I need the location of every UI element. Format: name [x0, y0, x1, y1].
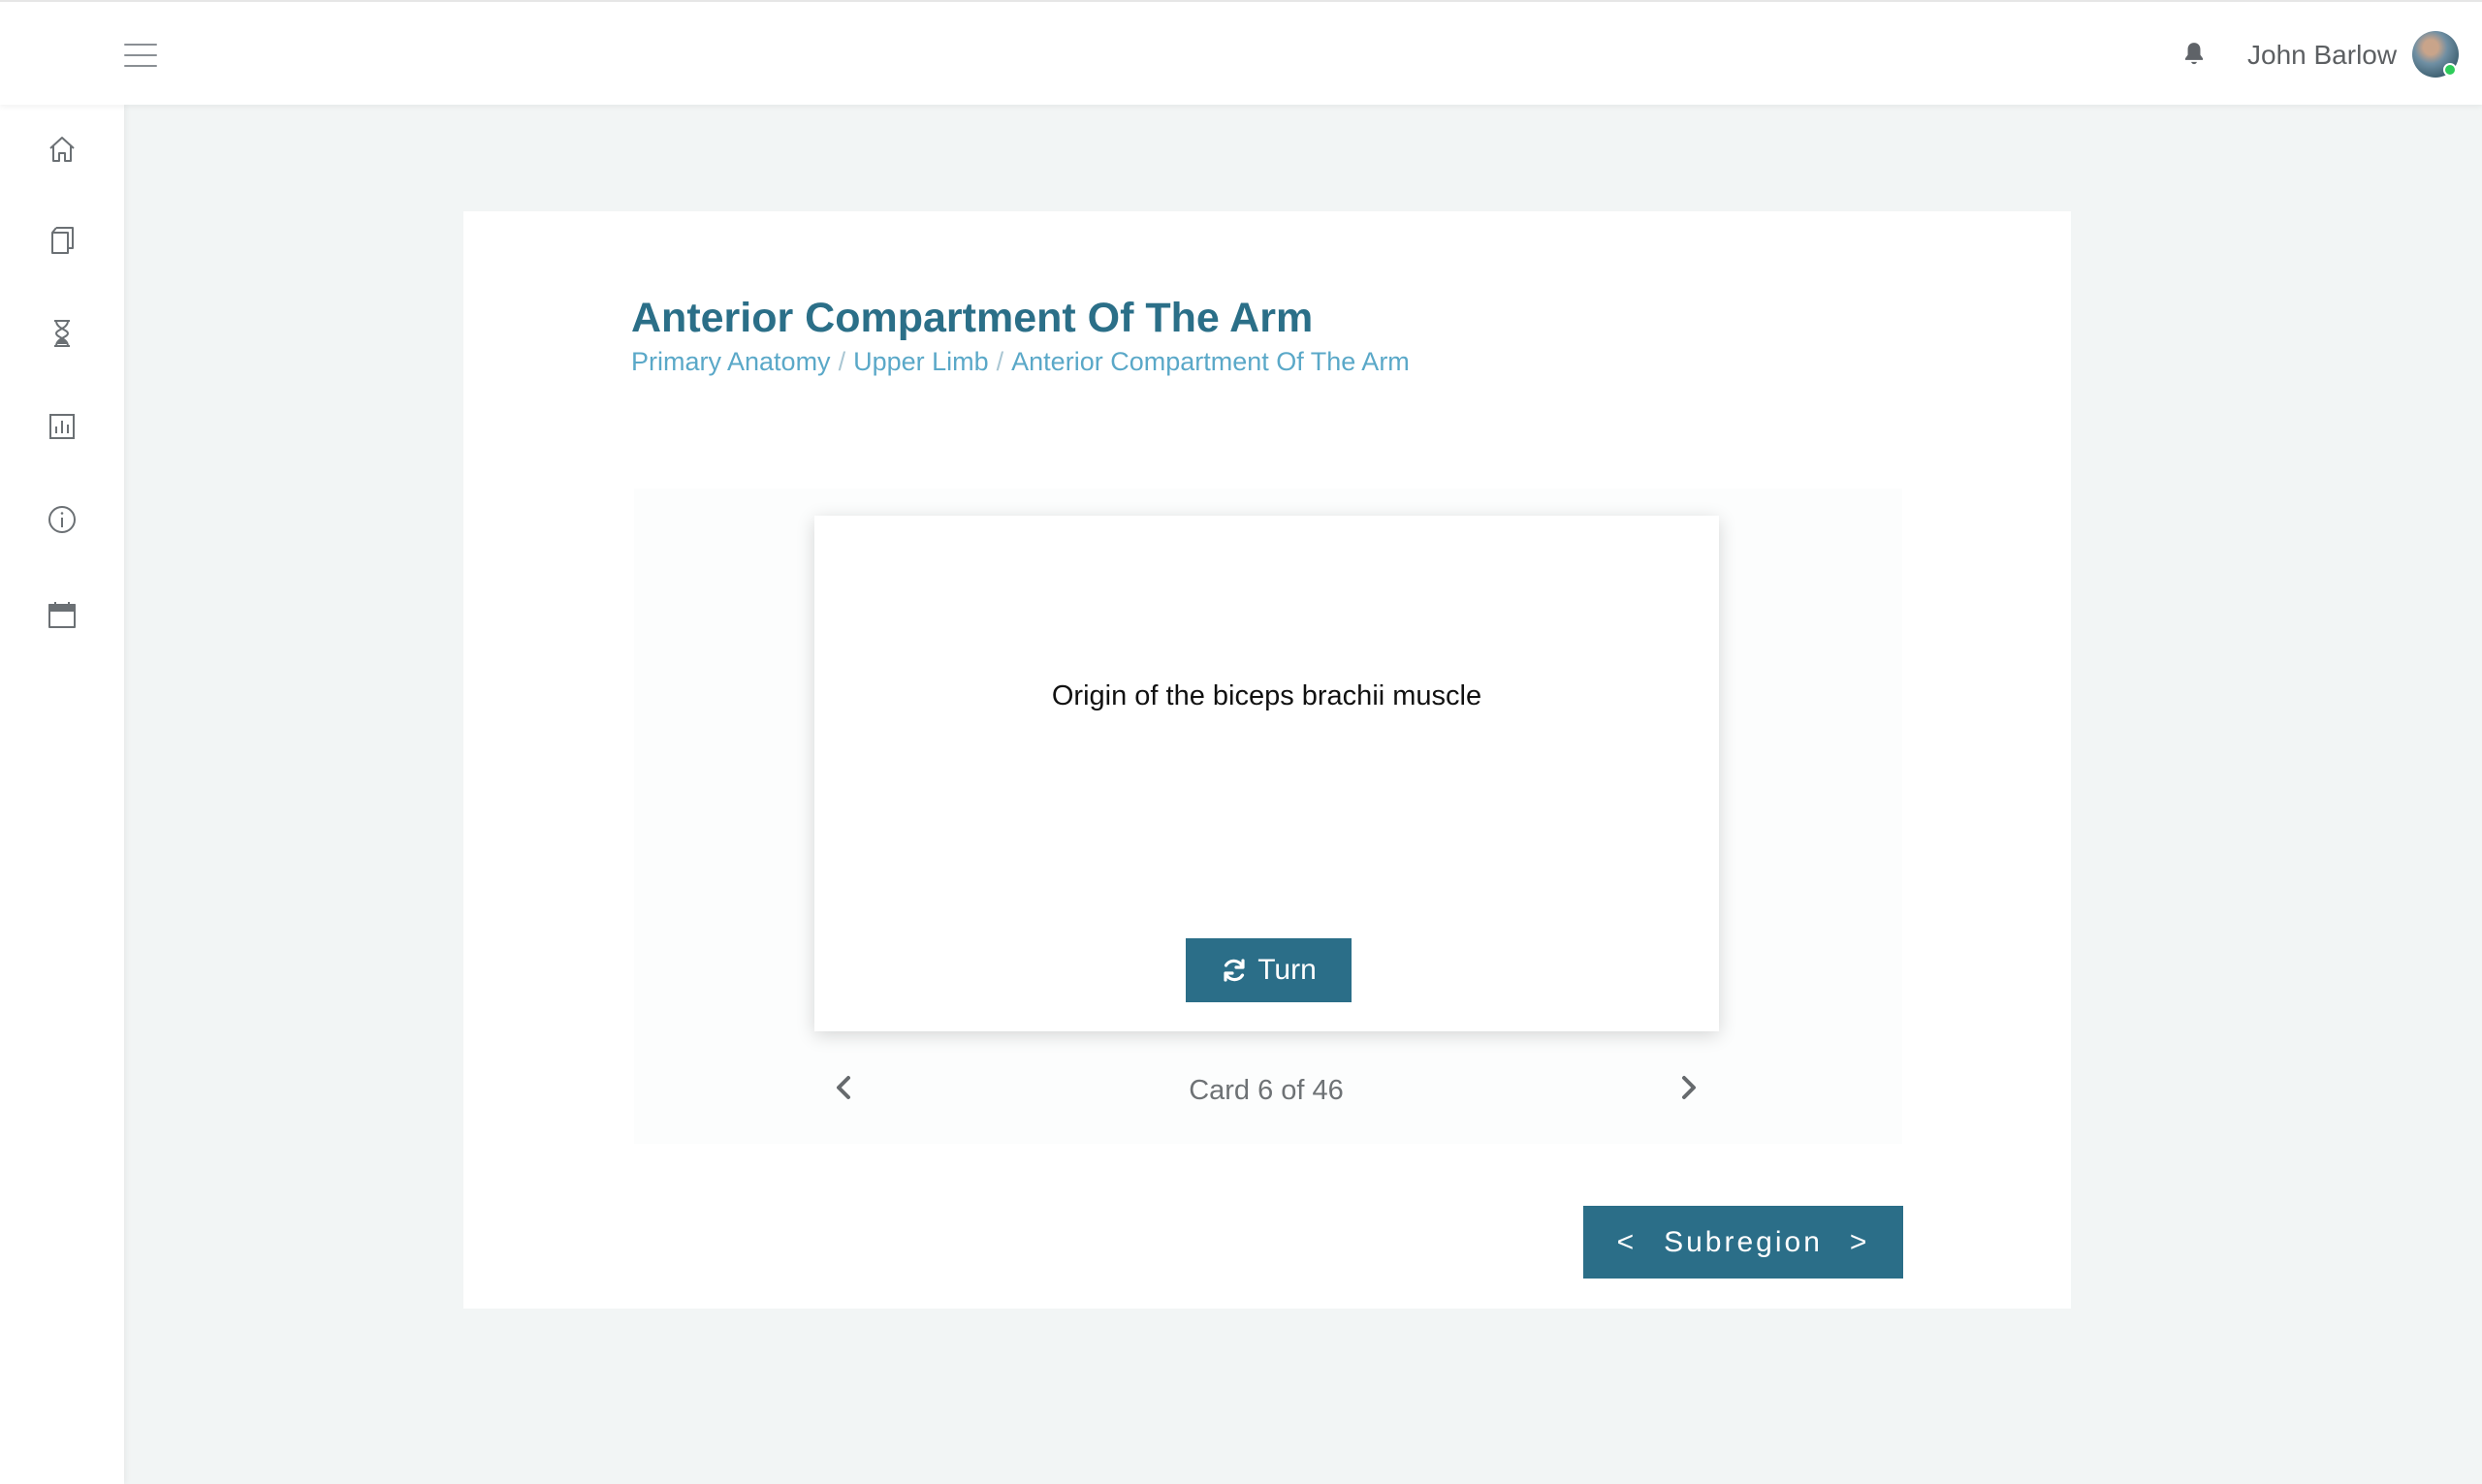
subregion-prev[interactable]: <	[1617, 1226, 1638, 1259]
top-bar: John Barlow	[0, 0, 2482, 105]
online-status-indicator	[2443, 63, 2457, 77]
book-icon[interactable]	[47, 225, 78, 256]
bell-icon[interactable]	[2181, 41, 2207, 68]
breadcrumb-item-current[interactable]: Anterior Compartment Of The Arm	[1011, 347, 1410, 376]
subregion-label: Subregion	[1664, 1225, 1823, 1258]
refresh-icon	[1224, 959, 1245, 982]
chevron-right-icon[interactable]	[1674, 1074, 1702, 1101]
card-counter: Card 6 of 46	[1189, 1075, 1344, 1106]
calendar-icon[interactable]	[47, 599, 78, 630]
subregion-button[interactable]: < Subregion >	[1583, 1206, 1903, 1279]
breadcrumb-item-primary-anatomy[interactable]: Primary Anatomy	[631, 347, 831, 376]
page-title: Anterior Compartment Of The Arm	[631, 295, 1314, 341]
bar-chart-icon[interactable]	[47, 411, 78, 442]
subregion-next[interactable]: >	[1850, 1226, 1870, 1259]
home-icon[interactable]	[47, 134, 78, 165]
turn-button-label: Turn	[1257, 954, 1317, 986]
breadcrumb-separator: /	[838, 347, 846, 376]
breadcrumb-item-upper-limb[interactable]: Upper Limb	[853, 347, 989, 376]
turn-button[interactable]: Turn	[1186, 938, 1352, 1002]
info-icon[interactable]	[47, 504, 78, 535]
flashcard-text: Origin of the biceps brachii muscle	[1051, 680, 1482, 711]
chevron-left-icon[interactable]	[831, 1074, 858, 1101]
user-name[interactable]: John Barlow	[2247, 39, 2397, 72]
sidebar	[0, 105, 124, 1484]
menu-icon[interactable]	[124, 44, 157, 67]
hourglass-icon[interactable]	[47, 318, 78, 349]
breadcrumb-separator: /	[996, 347, 1004, 376]
flashcard[interactable]: Origin of the biceps brachii muscle Turn	[814, 516, 1719, 1031]
breadcrumb: Primary Anatomy / Upper Limb / Anterior Comp…	[631, 345, 1410, 378]
